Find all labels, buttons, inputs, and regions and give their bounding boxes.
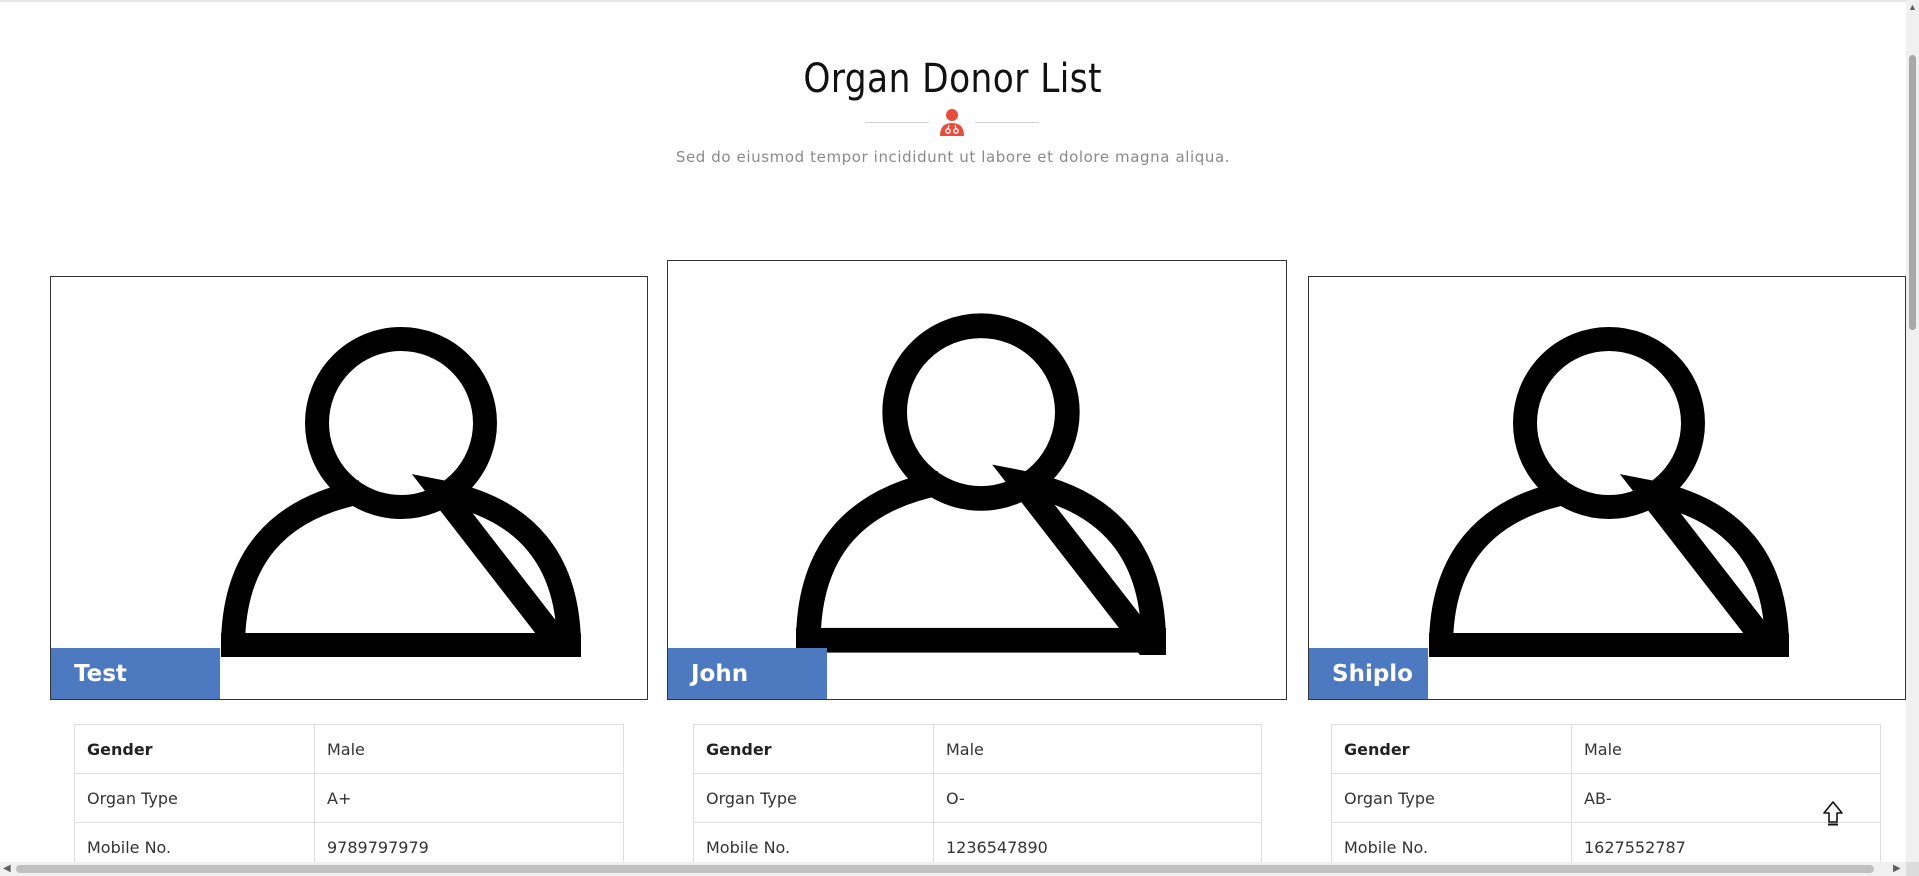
gender-label: Gender	[693, 724, 934, 774]
divider-line-left	[865, 122, 929, 123]
donor-photo: Shiplo	[1308, 276, 1906, 700]
donor-details-table: Gender Male Organ Type A+ Mobile No. 978…	[74, 724, 624, 872]
table-row: Organ Type AB-	[1331, 773, 1881, 823]
organ-type-value: O-	[933, 773, 1262, 823]
gender-value: Male	[933, 724, 1262, 774]
doctor-icon	[940, 109, 964, 136]
gender-value: Male	[1571, 724, 1881, 774]
table-row: Organ Type A+	[74, 773, 624, 823]
arrow-up-icon[interactable]	[1822, 800, 1844, 826]
donor-name-tag[interactable]: Shiplo	[1309, 648, 1428, 699]
table-row: Gender Male	[74, 724, 624, 774]
top-border	[0, 0, 1906, 2]
page-title: Organ Donor List	[803, 56, 1103, 102]
donor-photo: Test Demo	[50, 276, 648, 700]
organ-type-label: Organ Type	[74, 773, 315, 823]
table-row: Gender Male	[693, 724, 1262, 774]
gender-label: Gender	[74, 724, 315, 774]
organ-type-label: Organ Type	[693, 773, 934, 823]
page-subtitle: Sed do eiusmod tempor incididunt ut labo…	[675, 148, 1231, 166]
person-placeholder-icon	[1429, 327, 1789, 657]
organ-type-label: Organ Type	[1331, 773, 1572, 823]
scroll-right-arrow-icon[interactable]: ▶	[1893, 863, 1901, 874]
vertical-scrollbar[interactable]: ▲	[1906, 0, 1919, 862]
donor-details-table: Gender Male Organ Type AB- Mobile No. 16…	[1331, 724, 1881, 872]
gender-label: Gender	[1331, 724, 1572, 774]
title-divider	[0, 108, 1906, 138]
donor-name-tag[interactable]: John Doe	[668, 648, 827, 699]
horizontal-scrollbar[interactable]: ◀ ▶	[0, 862, 1906, 876]
scroll-left-arrow-icon[interactable]: ◀	[3, 863, 11, 874]
person-placeholder-icon	[796, 313, 1166, 655]
person-placeholder-icon	[221, 327, 581, 657]
donor-photo: John Doe	[667, 260, 1287, 700]
divider-line-right	[975, 122, 1039, 123]
table-row: Organ Type O-	[693, 773, 1262, 823]
vertical-scroll-thumb[interactable]	[1909, 55, 1916, 330]
donor-name-tag[interactable]: Test Demo	[51, 648, 220, 699]
scrollbar-corner	[1906, 862, 1919, 876]
section-header: Organ Donor List Sed do eiusmod tempor i…	[0, 56, 1906, 166]
gender-value: Male	[314, 724, 624, 774]
donor-details-table: Gender Male Organ Type O- Mobile No. 123…	[693, 724, 1262, 872]
organ-type-value: A+	[314, 773, 624, 823]
scroll-up-arrow-icon[interactable]: ▲	[1908, 2, 1917, 12]
horizontal-scroll-thumb[interactable]	[16, 865, 1874, 873]
table-row: Gender Male	[1331, 724, 1881, 774]
